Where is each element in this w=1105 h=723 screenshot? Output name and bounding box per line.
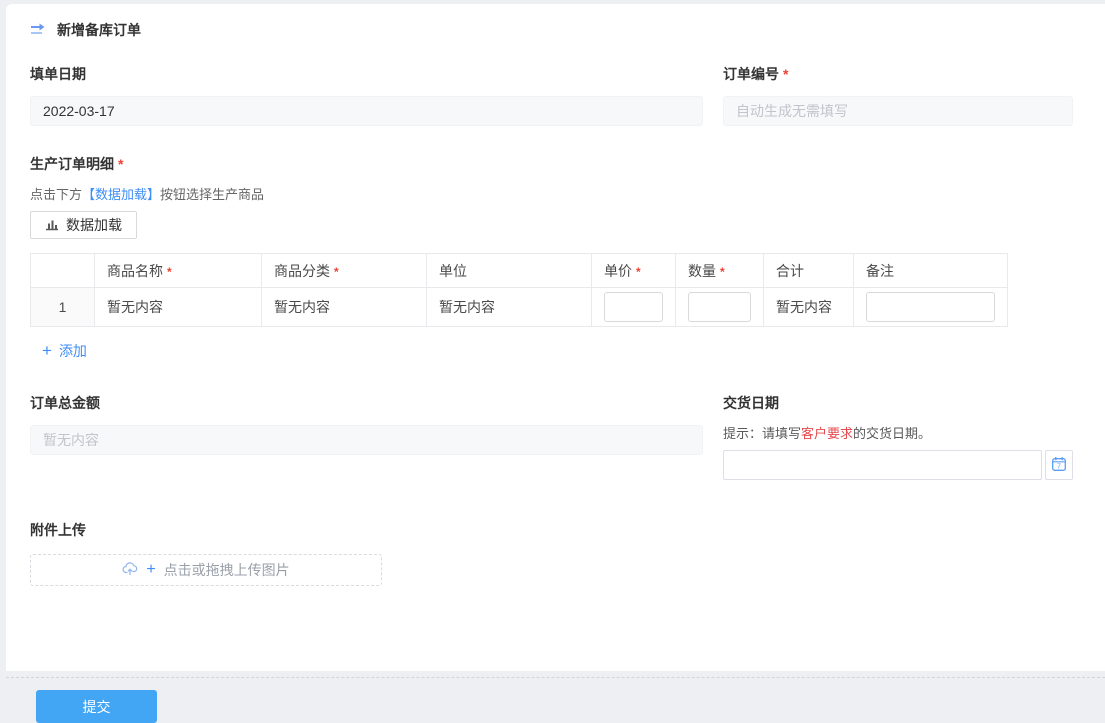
- price-input[interactable]: [604, 292, 663, 322]
- order-detail-table: 商品名称* 商品分类* 单位 单价* 数量* 合计 备注 1 暂无内容: [30, 253, 1008, 327]
- qty-input[interactable]: [688, 292, 751, 322]
- data-load-button-label: 数据加载: [66, 215, 122, 235]
- delivery-date-input[interactable]: [723, 450, 1042, 480]
- col-price: 单价*: [592, 254, 676, 288]
- upload-dropzone[interactable]: + 点击或拖拽上传图片: [30, 554, 382, 586]
- required-mark: *: [636, 265, 641, 279]
- add-row-label: 添加: [59, 341, 87, 361]
- detail-label: 生产订单明细*: [30, 154, 1079, 174]
- footer-divider: [6, 677, 1105, 678]
- required-mark: *: [334, 265, 339, 279]
- detail-hint: 点击下方【数据加载】按钮选择生产商品: [30, 184, 1079, 203]
- data-load-hint-link: 【数据加载】: [82, 187, 160, 202]
- order-no-field: 订单编号* 自动生成无需填写: [723, 64, 1073, 126]
- cell-total: 暂无内容: [764, 288, 854, 327]
- plus-icon: +: [42, 344, 52, 358]
- total-amount-label: 订单总金额: [30, 393, 703, 413]
- bar-chart-icon: [45, 217, 59, 234]
- cell-product-name: 暂无内容: [95, 288, 262, 327]
- fill-date-field: 填单日期 2022-03-17: [30, 64, 703, 126]
- row-index: 1: [31, 288, 95, 327]
- required-mark: *: [167, 265, 172, 279]
- delivery-date-label: 交货日期: [723, 393, 1073, 413]
- cell-unit: 暂无内容: [427, 288, 592, 327]
- fill-date-label: 填单日期: [30, 64, 703, 84]
- order-no-placeholder: 自动生成无需填写: [723, 96, 1073, 126]
- form-arrow-icon: [30, 22, 48, 38]
- page-title: 新增备库订单: [57, 20, 141, 40]
- add-row-button[interactable]: + 添加: [42, 341, 87, 361]
- cell-product-category: 暂无内容: [262, 288, 427, 327]
- remark-input[interactable]: [866, 292, 995, 322]
- total-amount-field: 订单总金额 暂无内容: [30, 393, 703, 480]
- col-remark: 备注: [854, 254, 1008, 288]
- attachment-label: 附件上传: [30, 520, 1079, 540]
- col-total: 合计: [764, 254, 854, 288]
- attachment-section: 附件上传 + 点击或拖拽上传图片: [30, 520, 1079, 586]
- fill-date-value: 2022-03-17: [30, 96, 703, 126]
- calendar-button[interactable]: 7: [1045, 450, 1073, 480]
- required-mark: *: [720, 265, 725, 279]
- delivery-date-field: 交货日期 提示：请填写客户要求的交货日期。 7: [723, 393, 1073, 480]
- cloud-upload-icon: [122, 562, 138, 579]
- data-load-button[interactable]: 数据加载: [30, 211, 137, 239]
- total-amount-value: 暂无内容: [30, 425, 703, 455]
- form-card: 新增备库订单 填单日期 2022-03-17 订单编号* 自动生成无需填写 生产…: [6, 4, 1105, 671]
- submit-button[interactable]: 提交: [36, 690, 157, 723]
- required-mark: *: [783, 66, 788, 82]
- col-name: 商品名称*: [95, 254, 262, 288]
- col-category: 商品分类*: [262, 254, 427, 288]
- upload-text: 点击或拖拽上传图片: [164, 560, 290, 580]
- delivery-hint-highlight: 客户要求: [801, 426, 853, 441]
- required-mark: *: [118, 156, 123, 172]
- table-header-row: 商品名称* 商品分类* 单位 单价* 数量* 合计 备注: [31, 254, 1008, 288]
- calendar-icon: 7: [1051, 456, 1067, 475]
- col-qty: 数量*: [676, 254, 764, 288]
- delivery-date-hint: 提示：请填写客户要求的交货日期。: [723, 423, 1073, 442]
- order-no-label: 订单编号*: [723, 64, 1073, 84]
- plus-icon: +: [146, 561, 155, 579]
- form-header: 新增备库订单: [30, 4, 1079, 40]
- col-index: [31, 254, 95, 288]
- svg-text:7: 7: [1057, 461, 1061, 470]
- order-detail-section: 生产订单明细* 点击下方【数据加载】按钮选择生产商品 数据加载: [30, 154, 1079, 361]
- col-unit: 单位: [427, 254, 592, 288]
- table-row: 1 暂无内容 暂无内容 暂无内容 暂无内容: [31, 288, 1008, 327]
